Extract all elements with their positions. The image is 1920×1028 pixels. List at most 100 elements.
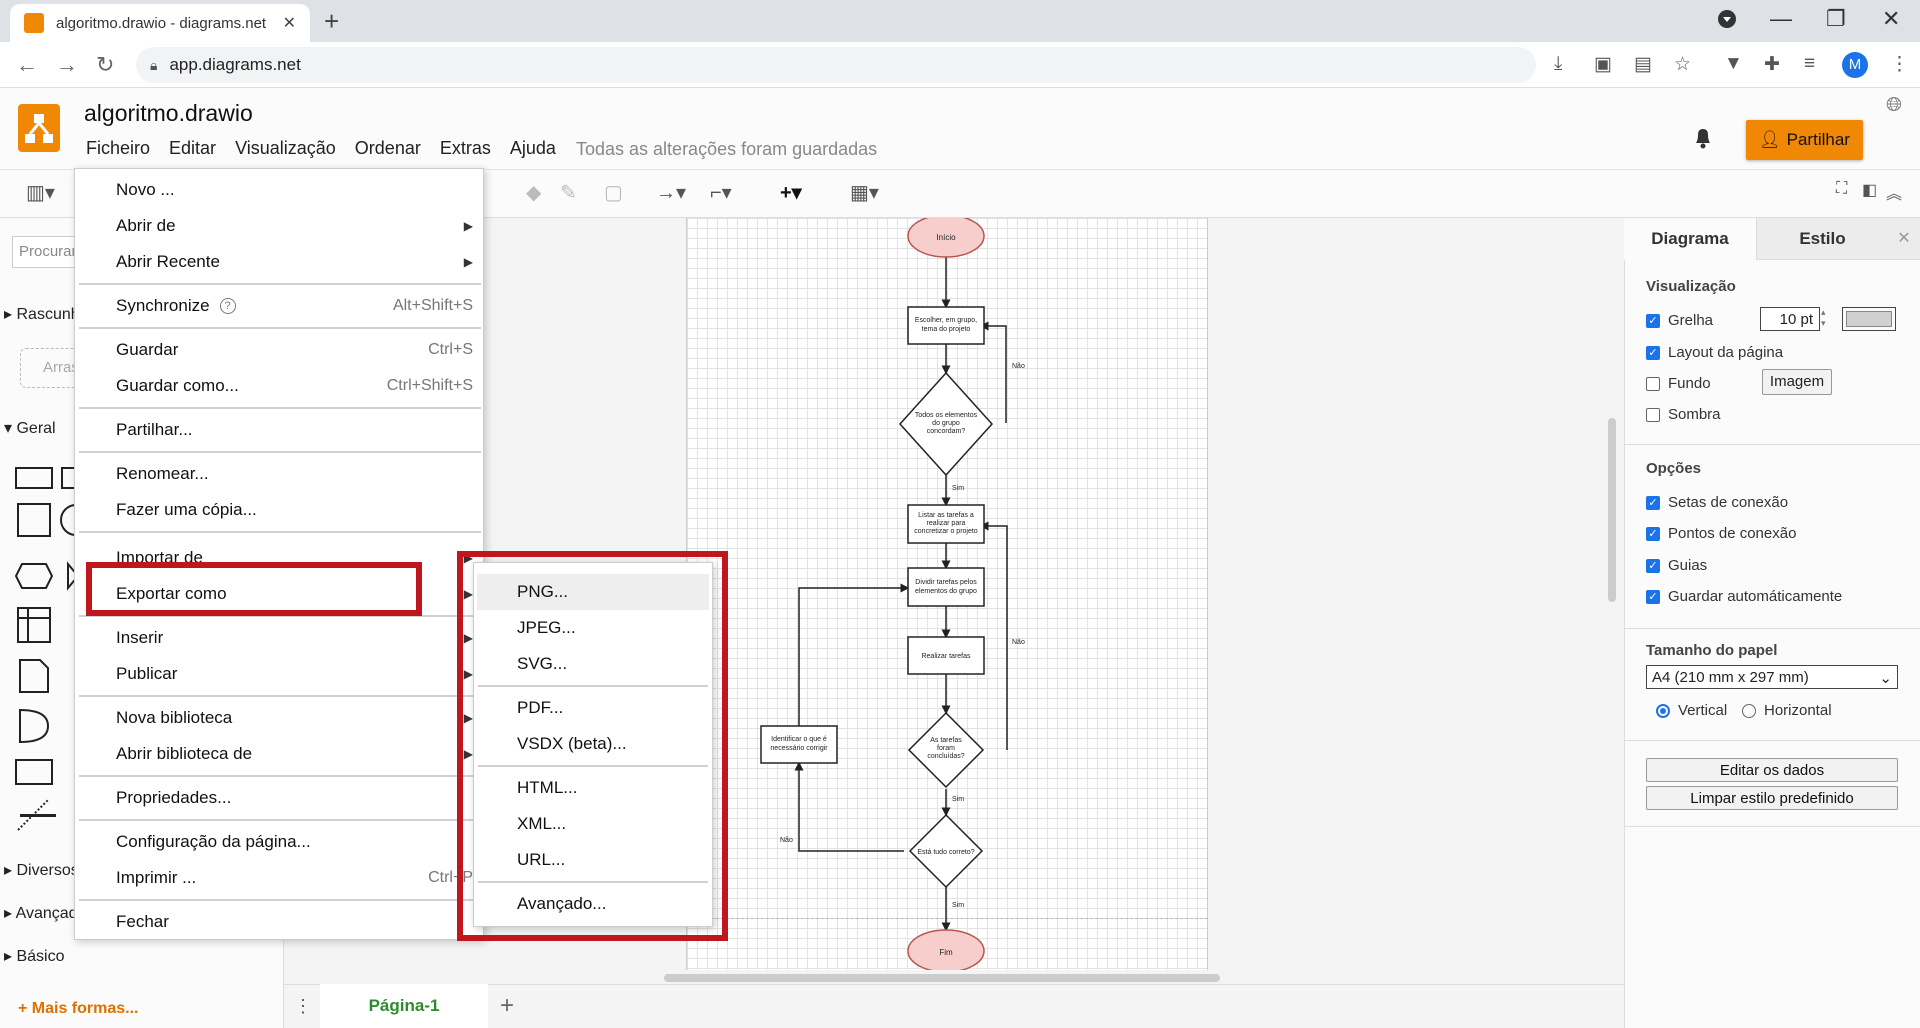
page-layout-checkbox-row[interactable]: ✓ Layout da página xyxy=(1646,344,1783,361)
background-checkbox-row[interactable]: Fundo xyxy=(1646,375,1711,392)
misc-section[interactable]: ▸ Diversos xyxy=(4,860,79,880)
media-icon[interactable]: ≡ xyxy=(1804,53,1815,75)
guides-row[interactable]: ✓ Guias xyxy=(1646,557,1707,574)
connection-style-icon[interactable]: →▾ xyxy=(656,180,686,205)
menu-item-fazer-copia[interactable]: Fazer uma cópia... xyxy=(75,492,485,528)
menu-item-propriedades[interactable]: Propriedades... xyxy=(75,780,485,816)
forward-icon[interactable]: → xyxy=(56,52,78,78)
connection-arrows-checkbox[interactable]: ✓ xyxy=(1646,495,1660,510)
fullscreen-icon[interactable]: ⛶ xyxy=(1836,180,1847,198)
window-close-icon[interactable]: ✕ xyxy=(1882,6,1900,32)
omnibox[interactable]: 🔒︎ app.diagrams.net xyxy=(136,47,1536,83)
install-icon[interactable]: ⤓ xyxy=(1554,53,1562,75)
menu-item-imprimir[interactable]: Imprimir ... Ctrl+P xyxy=(75,860,485,896)
menu-item-synchronize[interactable]: Synchronize? Alt+Shift+S xyxy=(75,288,485,324)
menu-item-fechar[interactable]: Fechar xyxy=(75,904,485,940)
connection-points-row[interactable]: ✓ Pontos de conexão xyxy=(1646,525,1796,542)
guides-checkbox[interactable]: ✓ xyxy=(1646,558,1660,573)
menu-editar[interactable]: Editar xyxy=(169,138,216,159)
flowchart[interactable]: Início Escolher, em grupo, tema do proje… xyxy=(686,218,1208,970)
menu-item-abrir-biblioteca[interactable]: Abrir biblioteca de ▶ xyxy=(75,736,485,772)
menu-item-guardar[interactable]: Guardar Ctrl+S xyxy=(75,332,485,368)
reload-icon[interactable]: ↻ xyxy=(96,52,114,78)
profile-avatar[interactable]: M xyxy=(1842,52,1868,78)
menu-item-abrir-de[interactable]: Abrir de ▶ xyxy=(75,208,485,244)
help-icon[interactable]: ? xyxy=(219,298,236,314)
line-shape[interactable] xyxy=(20,814,56,817)
grid-checkbox[interactable]: ✓ xyxy=(1646,313,1660,328)
connection-points-checkbox[interactable]: ✓ xyxy=(1646,526,1660,541)
toggle-format-icon[interactable]: ◧ xyxy=(1862,180,1877,200)
format-panel-toggle-icon[interactable]: ▥▾ xyxy=(26,180,55,205)
new-tab-button[interactable]: + xyxy=(324,6,339,37)
clear-default-style-button[interactable]: Limpar estilo predefinido xyxy=(1646,786,1898,810)
collapse-icon[interactable]: ︽ xyxy=(1886,180,1902,204)
shadow-checkbox[interactable] xyxy=(1646,407,1660,422)
general-shapes-palette[interactable] xyxy=(12,460,78,840)
landscape-radio[interactable] xyxy=(1742,703,1756,718)
grid-size-stepper[interactable]: ▴ ▾ xyxy=(1821,307,1833,331)
paper-size-select[interactable]: A4 (210 mm x 297 mm) ⌄ xyxy=(1646,665,1898,689)
shadow-checkbox-row[interactable]: Sombra xyxy=(1646,406,1721,423)
vertical-scrollbar[interactable] xyxy=(1608,418,1616,602)
grid-color-button[interactable] xyxy=(1842,307,1896,331)
extension-icon[interactable]: ▼ xyxy=(1724,53,1743,75)
portrait-radio-row[interactable]: Vertical xyxy=(1656,702,1727,719)
waypoints-icon[interactable]: ⌐▾ xyxy=(710,180,732,205)
line-color-icon[interactable]: ✎ xyxy=(560,180,577,205)
share-button[interactable]: 👤︎ Partilhar xyxy=(1746,120,1863,160)
browser-tab[interactable]: algoritmo.drawio - diagrams.net ✕ xyxy=(10,4,310,42)
autosave-row[interactable]: ✓ Guardar automáticamente xyxy=(1646,588,1842,605)
menu-item-abrir-recente[interactable]: Abrir Recente ▶ xyxy=(75,244,485,280)
tab-diagrama[interactable]: Diagrama xyxy=(1624,218,1756,260)
menu-item-novo[interactable]: Novo ... xyxy=(75,172,485,208)
page-action-icon[interactable]: ▤ xyxy=(1634,53,1652,76)
scratchpad-dropzone[interactable]: Arrastar xyxy=(20,348,80,388)
menu-extras[interactable]: Extras xyxy=(440,138,491,159)
add-page-icon[interactable]: + xyxy=(500,992,514,1020)
bookmark-star-icon[interactable]: ☆ xyxy=(1674,53,1691,76)
restore-icon[interactable]: ❐ xyxy=(1826,6,1846,32)
tab-estilo[interactable]: Estilo xyxy=(1756,218,1888,260)
translate-icon[interactable]: ▣ xyxy=(1594,53,1612,76)
fill-color-icon[interactable]: ◆ xyxy=(526,180,541,205)
landscape-radio-row[interactable]: Horizontal xyxy=(1742,702,1832,719)
grid-size-input[interactable]: 10 pt xyxy=(1760,307,1820,331)
general-section[interactable]: ▾ Geral xyxy=(4,418,56,438)
puzzle-icon[interactable]: ✚ xyxy=(1764,53,1780,76)
background-image-button[interactable]: Imagem xyxy=(1762,369,1832,395)
profile-menu-icon[interactable] xyxy=(1716,8,1738,36)
menu-item-renomear[interactable]: Renomear... xyxy=(75,456,485,492)
chrome-menu-icon[interactable]: ⋮ xyxy=(1890,53,1909,76)
back-icon[interactable]: ← xyxy=(16,52,38,78)
menu-ajuda[interactable]: Ajuda xyxy=(510,138,556,159)
shape-search-input[interactable]: Procurar xyxy=(12,236,82,268)
grid-checkbox-row[interactable]: ✓ Grelha xyxy=(1646,312,1713,329)
document-title[interactable]: algoritmo.drawio xyxy=(84,100,253,127)
pages-menu-icon[interactable]: ⋮ xyxy=(294,996,312,1017)
autosave-checkbox[interactable]: ✓ xyxy=(1646,589,1660,604)
basic-section[interactable]: ▸ Básico xyxy=(4,946,65,966)
menu-item-partilhar[interactable]: Partilhar... xyxy=(75,412,485,448)
menu-visualizacao[interactable]: Visualização xyxy=(235,138,336,159)
language-globe-icon[interactable]: 🌐︎ xyxy=(1886,94,1902,117)
minimize-icon[interactable]: — xyxy=(1770,6,1792,32)
menu-ficheiro[interactable]: Ficheiro xyxy=(86,138,150,159)
connection-arrows-row[interactable]: ✓ Setas de conexão xyxy=(1646,494,1788,511)
background-checkbox[interactable] xyxy=(1646,376,1660,391)
menu-item-publicar[interactable]: Publicar ▶ xyxy=(75,656,485,692)
tab-close-icon[interactable]: ✕ xyxy=(283,13,296,33)
menu-item-nova-biblioteca[interactable]: Nova biblioteca ▶ xyxy=(75,700,485,736)
portrait-radio[interactable] xyxy=(1656,703,1670,718)
notification-bell-icon[interactable] xyxy=(1692,126,1714,156)
more-shapes-button[interactable]: + Mais formas... xyxy=(18,1000,139,1018)
menu-ordenar[interactable]: Ordenar xyxy=(355,138,421,159)
shadow-icon[interactable]: ▢ xyxy=(604,180,623,205)
page-layout-checkbox[interactable]: ✓ xyxy=(1646,345,1660,360)
horizontal-scrollbar[interactable] xyxy=(664,974,1220,982)
tab-pagina-1[interactable]: Página-1 xyxy=(320,984,488,1028)
table-icon[interactable]: ▦▾ xyxy=(850,180,879,205)
menu-item-inserir[interactable]: Inserir ▶ xyxy=(75,620,485,656)
edit-data-button[interactable]: Editar os dados xyxy=(1646,758,1898,782)
menu-item-configuracao-pagina[interactable]: Configuração da página... xyxy=(75,824,485,860)
